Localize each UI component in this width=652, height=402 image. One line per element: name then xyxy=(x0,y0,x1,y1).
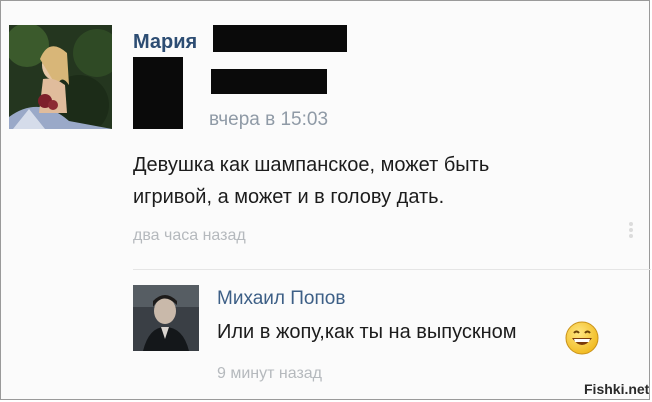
post-age[interactable]: два часа назад xyxy=(133,227,246,245)
comment-divider xyxy=(133,269,651,270)
redacted-text xyxy=(211,69,327,94)
redacted-image xyxy=(133,57,183,129)
more-options-icon[interactable] xyxy=(625,219,637,241)
smiley-icon xyxy=(564,320,600,356)
post-text-line: Девушка как шампанское, может быть xyxy=(133,154,490,176)
redacted-surname xyxy=(213,25,347,52)
post-timestamp[interactable]: вчера в 15:03 xyxy=(209,109,328,131)
watermark: Fishki.net xyxy=(584,381,650,397)
commenter-avatar[interactable] xyxy=(133,285,199,351)
commenter-name[interactable]: Михаил Попов xyxy=(217,288,345,310)
author-avatar[interactable] xyxy=(9,25,112,129)
post-text: Девушка как шампанское, может быть игрив… xyxy=(133,149,603,213)
author-name[interactable]: Мария xyxy=(133,31,197,54)
post-card: Мария вчера в 15:03 Девушка как шампанск… xyxy=(0,0,651,400)
comment-age[interactable]: 9 минут назад xyxy=(217,365,322,383)
comment-text: Или в жопу,как ты на выпускном xyxy=(217,321,517,343)
post-text-line: игривой, а может и в голову дать. xyxy=(133,186,445,208)
